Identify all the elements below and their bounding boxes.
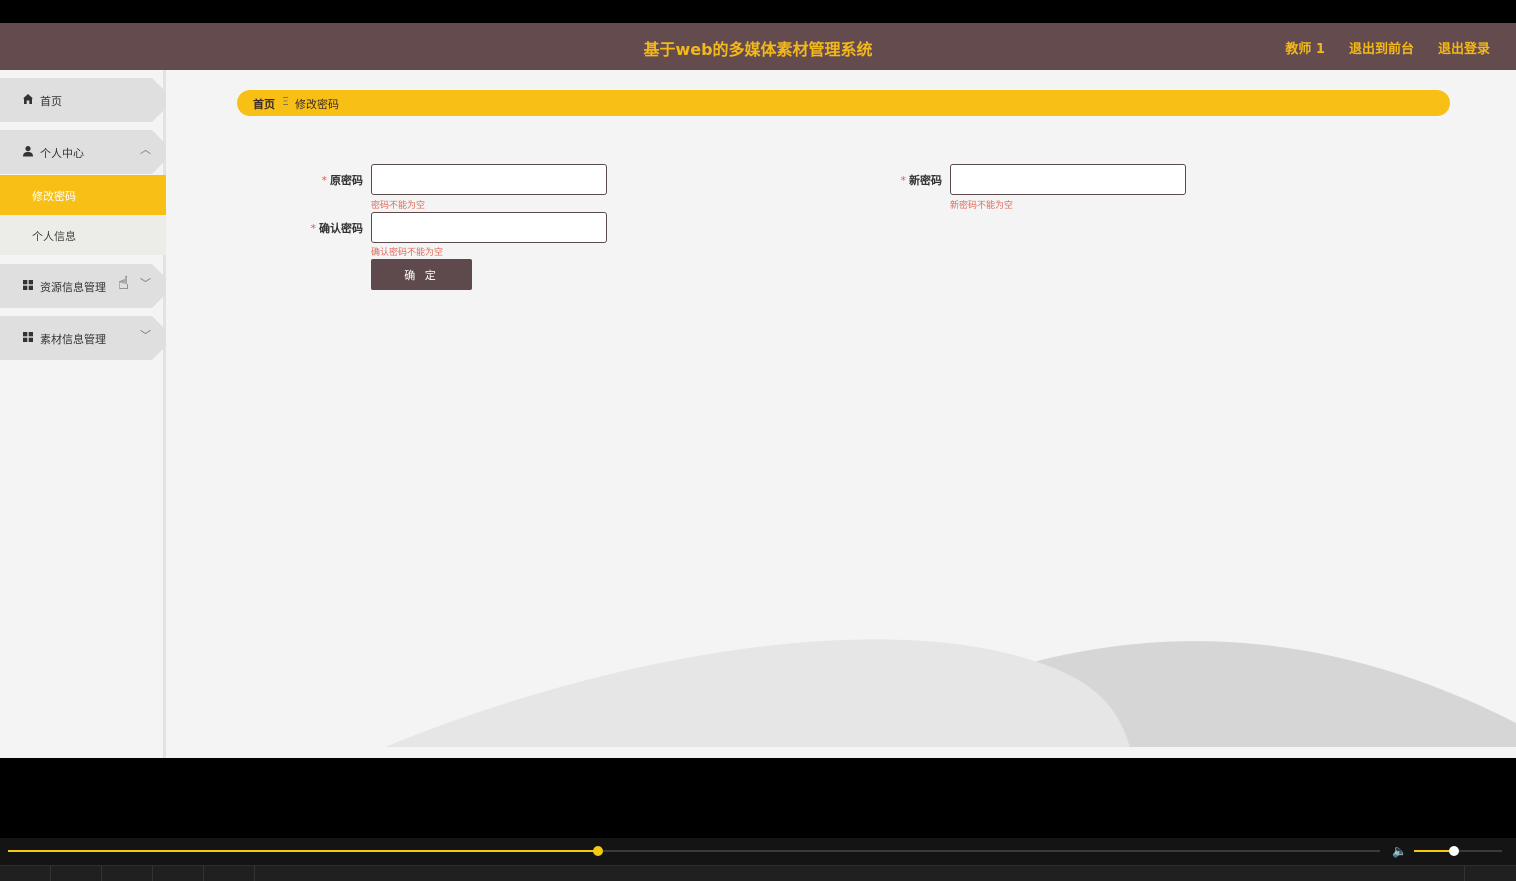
chevron-down-icon: ﹀ <box>140 277 151 290</box>
seek-progress <box>8 850 598 852</box>
confirm-password-label-text: 确认密码 <box>319 222 363 235</box>
confirm-password-label: * 确认密码 <box>290 220 364 236</box>
sidebar-item-resource-management[interactable]: 资源信息管理 ﹀ <box>0 264 166 308</box>
sidebar-subitem-label: 修改密码 <box>32 190 76 203</box>
top-navbar: 基于web的多媒体素材管理系统 教师 1 退出到前台 退出登录 <box>0 23 1516 70</box>
sidebar-item-label: 素材信息管理 <box>40 333 106 346</box>
strip-divider <box>50 866 51 881</box>
sidebar-item-home[interactable]: 首页 <box>0 78 166 122</box>
sidebar-item-material-management[interactable]: 素材信息管理 ﹀ <box>0 316 166 360</box>
confirm-button[interactable]: 确 定 <box>371 259 472 290</box>
breadcrumb: 首页 Ξ 修改密码 <box>237 90 1450 116</box>
old-password-label: * 原密码 <box>300 172 364 188</box>
new-password-label-text: 新密码 <box>909 174 942 187</box>
sidebar-subitem-personal-info[interactable]: 个人信息 <box>0 215 166 255</box>
grid-icon <box>23 280 33 290</box>
sidebar-subitem-change-password[interactable]: 修改密码 <box>0 175 166 215</box>
chevron-up-icon: ︿ <box>140 143 151 156</box>
sidebar-item-label: 资源信息管理 <box>40 281 106 294</box>
logout-link[interactable]: 退出登录 <box>1438 38 1490 57</box>
sidebar-subitem-label: 个人信息 <box>32 230 76 243</box>
current-user-link[interactable]: 教师 1 <box>1285 38 1325 57</box>
seek-bar[interactable] <box>8 846 1380 856</box>
required-mark: * <box>900 174 907 187</box>
player-bottom-strip <box>0 865 1516 881</box>
sidebar-item-label: 首页 <box>40 95 62 108</box>
home-icon <box>23 94 33 104</box>
chevron-down-icon: ﹀ <box>140 329 151 342</box>
strip-divider <box>203 866 204 881</box>
confirm-password-input[interactable] <box>371 212 607 243</box>
volume-icon[interactable]: 🔈 <box>1392 844 1407 858</box>
new-password-input[interactable] <box>950 164 1186 195</box>
sidebar-item-personal-center[interactable]: 个人中心 ︿ <box>0 130 166 174</box>
strip-divider <box>101 866 102 881</box>
app-window: 基于web的多媒体素材管理系统 教师 1 退出到前台 退出登录 首页 个人中心 … <box>0 23 1516 758</box>
volume-slider[interactable] <box>1414 846 1502 856</box>
new-password-error: 新密码不能为空 <box>950 201 1014 211</box>
volume-handle[interactable] <box>1448 846 1459 856</box>
confirm-password-error: 确认密码不能为空 <box>371 248 444 258</box>
strip-divider <box>1464 866 1465 881</box>
sidebar: 首页 个人中心 ︿ 修改密码 个人信息 资源信息管理 ﹀ 素材信息管理 ﹀ <box>0 70 166 758</box>
old-password-error: 密码不能为空 <box>371 201 426 211</box>
sidebar-item-label: 个人中心 <box>40 147 84 160</box>
strip-divider <box>152 866 153 881</box>
seek-handle[interactable] <box>592 846 603 856</box>
new-password-label: * 新密码 <box>880 172 943 188</box>
exit-to-frontend-link[interactable]: 退出到前台 <box>1349 38 1414 57</box>
top-links: 教师 1 退出到前台 退出登录 <box>1285 38 1490 57</box>
breadcrumb-home-link[interactable]: 首页 <box>253 96 275 112</box>
old-password-input[interactable] <box>371 164 607 195</box>
old-password-label-text: 原密码 <box>330 174 363 187</box>
required-mark: * <box>310 222 317 235</box>
decorative-hills <box>385 639 1516 747</box>
required-mark: * <box>321 174 328 187</box>
breadcrumb-current: 修改密码 <box>295 98 339 111</box>
breadcrumb-separator: Ξ <box>282 95 289 108</box>
video-player-bar: 🔈 <box>0 838 1516 881</box>
volume-level <box>1414 850 1454 852</box>
strip-divider <box>254 866 255 881</box>
grid-icon <box>23 332 33 342</box>
user-icon <box>23 146 33 157</box>
